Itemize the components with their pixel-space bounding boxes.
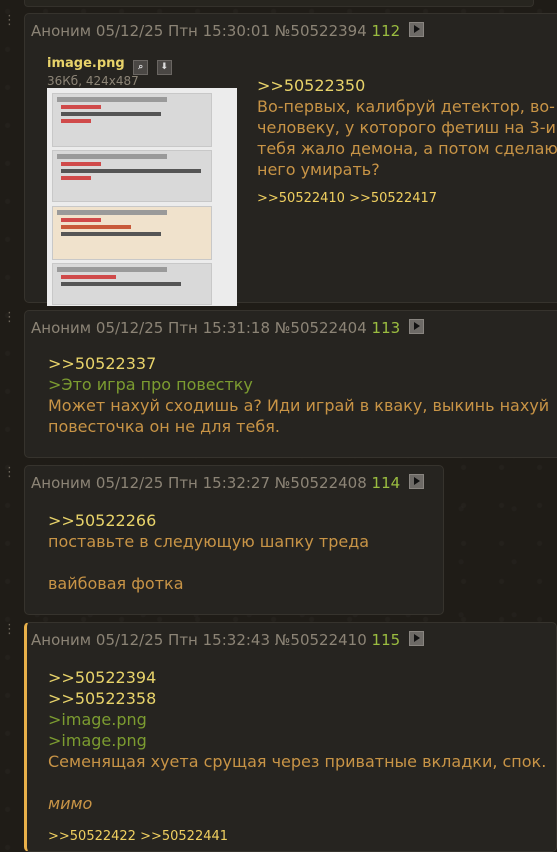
post-50522404: ⋮ Аноним 05/12/25 Птн 15:31:18 №50522404…	[3, 310, 557, 458]
post-line: него умирать?	[257, 160, 380, 179]
post-line: вайбовая фотка	[48, 574, 184, 593]
post-line: тебя жало демона, а потом сделают	[257, 139, 557, 158]
post-50522410: ⋮ Аноним 05/12/25 Птн 15:32:43 №50522410…	[3, 622, 557, 852]
greentext-quote: >Это игра про повестку	[48, 375, 253, 394]
thumb-post-4	[52, 263, 212, 305]
post-index: 113	[371, 319, 401, 337]
download-icon[interactable]: ⬇	[156, 60, 172, 75]
post-actions-arrow-icon[interactable]	[408, 22, 424, 37]
reply-link[interactable]: >>50522394	[48, 667, 546, 688]
post-actions-arrow-icon[interactable]	[408, 474, 424, 489]
post-date: 05/12/25 Птн 15:32:27	[95, 474, 271, 492]
search-image-icon[interactable]: ⌕	[133, 60, 149, 75]
image-thumbnail[interactable]	[47, 88, 237, 306]
greentext-quote: >image.png	[48, 710, 147, 729]
post-actions-arrow-icon[interactable]	[408, 631, 424, 646]
post-author: Аноним	[31, 474, 92, 492]
post-number[interactable]: №50522410	[275, 631, 367, 649]
reply-link[interactable]: >>50522358	[48, 688, 546, 709]
reply-link[interactable]: >>50522337	[48, 353, 549, 374]
post-line: человеку, у которого фетиш на 3-и	[257, 118, 556, 137]
post-date: 05/12/25 Птн 15:31:18	[95, 319, 271, 337]
post-menu-dots[interactable]: ⋮	[3, 466, 17, 479]
post-line: Во-первых, калибруй детектор, во-	[257, 97, 555, 116]
post-menu-dots[interactable]: ⋮	[3, 623, 17, 636]
post-italic-text: мимо	[48, 794, 93, 813]
file-meta: 36Кб, 424x487	[47, 74, 139, 88]
post-body: >>50522266 поставьте в следующую шапку т…	[48, 510, 369, 594]
post-author: Аноним	[31, 319, 92, 337]
post-author: Аноним	[31, 631, 92, 649]
greentext-quote: >image.png	[48, 731, 147, 750]
replies-refs[interactable]: >>50522422 >>50522441	[48, 826, 546, 847]
post-author: Аноним	[31, 22, 92, 40]
post-header: Аноним 05/12/25 Птн 15:30:01 №50522394 1…	[31, 22, 424, 40]
post-menu-dots[interactable]: ⋮	[3, 14, 17, 27]
post-actions-arrow-icon[interactable]	[408, 319, 424, 334]
post-line	[48, 552, 369, 573]
reply-link[interactable]: >>50522266	[48, 510, 369, 531]
post-index: 114	[371, 474, 401, 492]
post-menu-dots[interactable]: ⋮	[3, 311, 17, 324]
post-date: 05/12/25 Птн 15:32:43	[95, 631, 271, 649]
post-date: 05/12/25 Птн 15:30:01	[95, 22, 271, 40]
thumb-post-1	[52, 93, 212, 147]
post-index: 115	[371, 631, 401, 649]
thumb-post-3	[52, 206, 212, 260]
file-info: image.png ⌕ ⬇	[47, 56, 172, 75]
post-header: Аноним 05/12/25 Птн 15:32:43 №50522410 1…	[31, 631, 424, 649]
post-number[interactable]: №50522404	[275, 319, 367, 337]
previous-post-edge	[24, 0, 534, 7]
post-index: 112	[371, 22, 401, 40]
thumb-post-2	[52, 150, 212, 202]
post-body: >>50522350 Во-первых, калибруй детектор,…	[257, 75, 557, 209]
post-number[interactable]: №50522394	[275, 22, 367, 40]
post-body: >>50522337 >Это игра про повестку Может …	[48, 353, 549, 437]
file-name-link[interactable]: image.png	[47, 56, 125, 71]
post-header: Аноним 05/12/25 Птн 15:31:18 №50522404 1…	[31, 319, 424, 337]
replies-refs[interactable]: >>50522410 >>50522417	[257, 188, 557, 209]
post-header: Аноним 05/12/25 Птн 15:32:27 №50522408 1…	[31, 474, 424, 492]
post-body: >>50522394 >>50522358 >image.png >image.…	[48, 667, 546, 847]
post-line: поставьте в следующую шапку треда	[48, 532, 370, 551]
reply-link[interactable]: >>50522350	[257, 75, 557, 96]
post-50522408: ⋮ Аноним 05/12/25 Птн 15:32:27 №50522408…	[3, 465, 444, 615]
post-number[interactable]: №50522408	[275, 474, 367, 492]
post-line: повесточка он не для тебя.	[48, 417, 280, 436]
post-line: Семенящая хуета срущая через приватные в…	[48, 752, 547, 771]
post-line: Может нахуй сходишь а? Иди играй в кваку…	[48, 396, 550, 415]
post-50522394: ⋮ Аноним 05/12/25 Птн 15:30:01 №50522394…	[3, 13, 557, 306]
